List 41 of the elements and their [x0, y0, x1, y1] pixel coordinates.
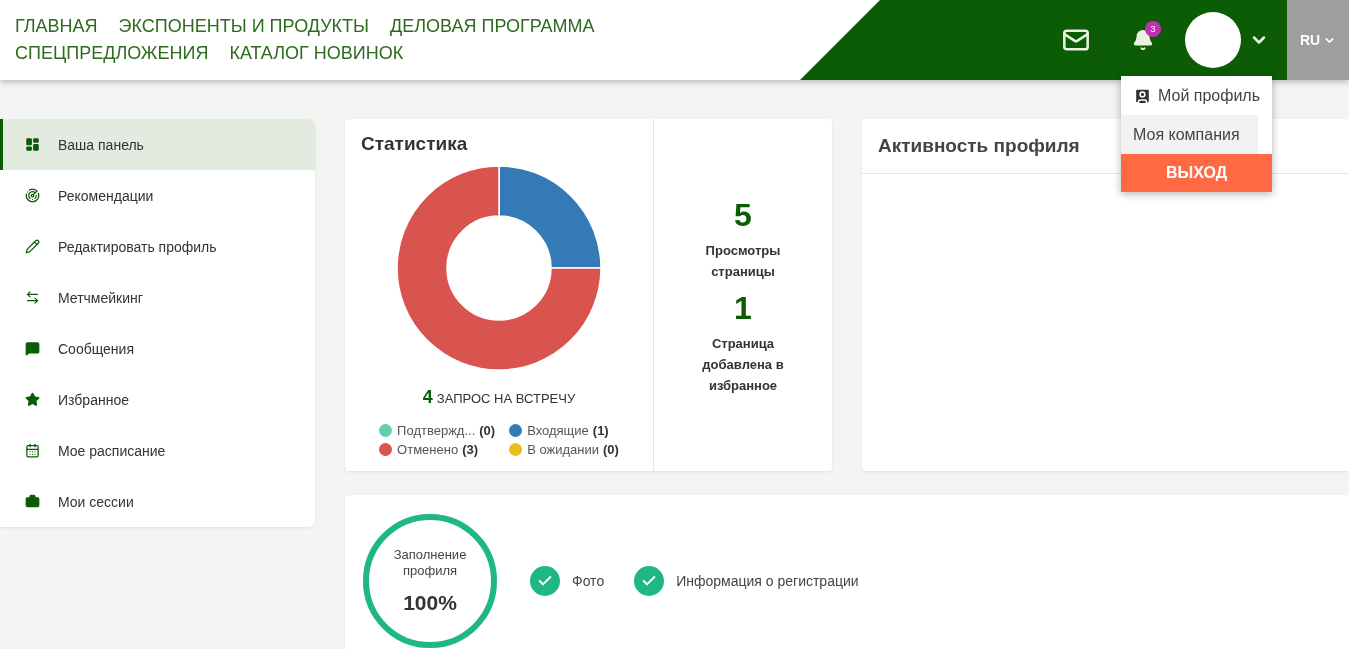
meeting-request-total: 4 ЗАПРОС НА ВСТРЕЧУ — [422, 387, 576, 408]
completion-percent: 100% — [403, 591, 457, 615]
message-icon — [25, 341, 40, 356]
nav-link[interactable]: СПЕЦПРЕДЛОЖЕНИЯ — [15, 43, 209, 64]
card-title: Статистика — [361, 133, 468, 155]
menu-item[interactable]: Мой профиль — [1121, 76, 1272, 115]
legend-label: Входящие (1) — [527, 423, 609, 438]
sidebar-item[interactable]: Ваша панель — [0, 119, 315, 170]
check-label: Информация о регистрации — [676, 573, 859, 589]
dashboard-icon — [25, 137, 40, 152]
sidebar-item[interactable]: Сообщения — [0, 323, 315, 374]
sidebar-item[interactable]: Метчмейкинг — [0, 272, 315, 323]
arrows-icon — [25, 290, 40, 305]
counter-value: 1 — [734, 290, 752, 327]
notification-badge: 3 — [1145, 21, 1161, 37]
sidebar-item[interactable]: Редактировать профиль — [0, 221, 315, 272]
check-label: Фото — [572, 573, 605, 589]
calendar-icon — [25, 443, 40, 458]
star-icon — [25, 392, 40, 407]
mail-icon[interactable] — [1062, 26, 1090, 54]
nav-link[interactable]: ГЛАВНАЯ — [15, 16, 98, 37]
nav-link[interactable]: ДЕЛОВАЯ ПРОГРАММА — [390, 16, 595, 37]
legend-label: Отменено (3) — [397, 442, 479, 457]
avatar-circle[interactable] — [1185, 12, 1241, 68]
legend-label: Подтвержд... (0) — [397, 423, 496, 438]
counter-label: Просмотры страницы — [704, 242, 782, 281]
menu-item[interactable]: Моя компания — [1121, 115, 1258, 154]
radar-icon — [25, 188, 40, 203]
counter-value: 5 — [734, 197, 752, 234]
pencil-icon — [25, 239, 40, 254]
legend-label: В ожидании (0) — [527, 442, 619, 457]
card-title: Активность профиля — [878, 135, 1080, 157]
sidebar-item[interactable]: Мои сессии — [0, 476, 315, 527]
nav-link[interactable]: КАТАЛОГ НОВИНОК — [229, 43, 404, 64]
sidebar-item[interactable]: Избранное — [0, 374, 315, 425]
counter-label: Страница добавлена в избранное — [701, 335, 785, 395]
completion-label: Заполнение профиля — [392, 547, 468, 579]
sidebar-item[interactable]: Мое расписание — [0, 425, 315, 476]
briefcase-icon — [25, 494, 40, 509]
nav-link[interactable]: ЭКСПОНЕНТЫ И ПРОДУКТЫ — [118, 16, 369, 37]
sidebar-item[interactable]: Рекомендации — [0, 170, 315, 221]
